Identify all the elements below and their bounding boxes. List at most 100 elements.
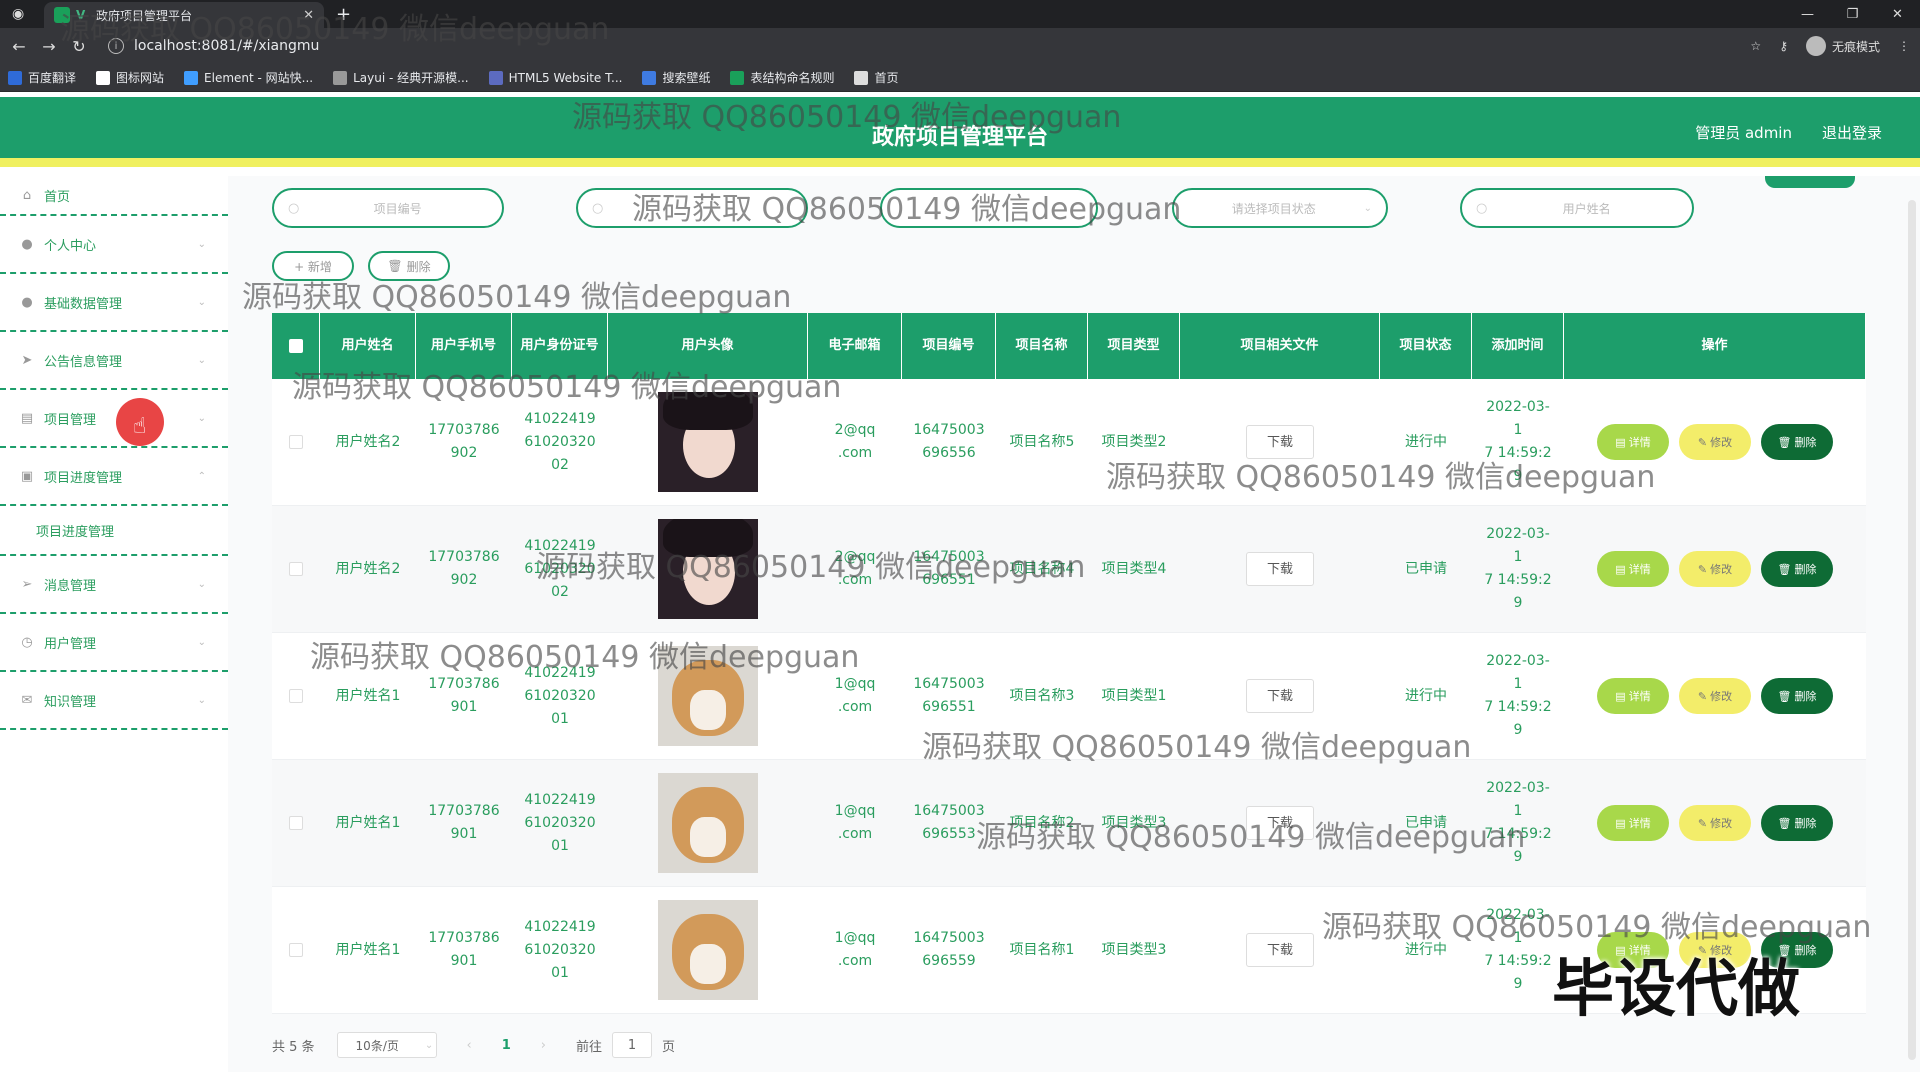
cell-email: 1@qq .com bbox=[834, 676, 876, 715]
minimize-icon[interactable]: — bbox=[1785, 0, 1830, 28]
cell-project-name: 项目名称2 bbox=[1009, 814, 1075, 831]
info-icon[interactable]: i bbox=[108, 38, 124, 54]
bookmark-item[interactable]: HTML5 Website T... bbox=[488, 70, 622, 85]
browser-tab[interactable]: V 政府项目管理平台 ✕ bbox=[44, 2, 324, 28]
browser-menu-icon[interactable]: ◉ bbox=[12, 6, 24, 22]
bookmark-item[interactable]: 百度翻译 bbox=[8, 69, 76, 86]
user-name-search[interactable]: ○ 用户姓名 bbox=[1460, 188, 1694, 228]
edit-button[interactable]: ✎ 修改 bbox=[1679, 551, 1751, 587]
incognito-indicator[interactable]: 无痕模式 bbox=[1805, 36, 1880, 56]
page-scrollbar[interactable] bbox=[1908, 200, 1916, 1060]
batch-delete-button[interactable]: 🗑 删除 bbox=[368, 251, 450, 281]
search-field-3[interactable] bbox=[880, 188, 1098, 228]
download-button[interactable]: 下载 bbox=[1246, 806, 1314, 840]
row-checkbox[interactable] bbox=[289, 562, 303, 576]
sidebar-item[interactable]: ✉ 知识管理 ⌄ bbox=[0, 672, 228, 730]
add-button[interactable]: + 新增 bbox=[272, 251, 354, 281]
table-header: 用户姓名 用户手机号 用户身份证号 用户头像 电子邮箱 项目编号 项目名称 项目类型 项目相关文… bbox=[272, 313, 1866, 379]
new-tab-icon[interactable]: + bbox=[336, 4, 351, 25]
document-icon: ▤ bbox=[1615, 816, 1626, 830]
status-select[interactable]: 请选择项目状态 ⌄ bbox=[1172, 188, 1388, 228]
window-close-icon[interactable]: ✕ bbox=[1875, 0, 1920, 28]
cell-project-name: 项目名称4 bbox=[1009, 560, 1075, 577]
detail-button[interactable]: ▤ 详情 bbox=[1597, 805, 1669, 841]
cell-name: 用户姓名2 bbox=[335, 433, 401, 450]
download-button[interactable]: 下载 bbox=[1246, 933, 1314, 967]
sidebar-item[interactable]: ➤ 公告信息管理 ⌄ bbox=[0, 332, 228, 390]
download-button[interactable]: 下载 bbox=[1246, 552, 1314, 586]
button-label: 删除 bbox=[1794, 689, 1817, 703]
bookmark-label: 表结构命名规则 bbox=[750, 71, 835, 85]
row-checkbox[interactable] bbox=[289, 816, 303, 830]
tab-close-icon[interactable]: ✕ bbox=[303, 8, 314, 23]
sidebar-item[interactable]: ● 基础数据管理 ⌄ bbox=[0, 274, 228, 332]
reload-icon[interactable]: ↻ bbox=[64, 37, 94, 56]
cell-project-type: 项目类型3 bbox=[1101, 814, 1167, 831]
row-checkbox[interactable] bbox=[289, 943, 303, 957]
page-number[interactable]: 1 bbox=[502, 1038, 511, 1053]
cell-phone: 17703786 902 bbox=[428, 422, 500, 461]
edit-button[interactable]: ✎ 修改 bbox=[1679, 678, 1751, 714]
download-button[interactable]: 下载 bbox=[1246, 679, 1314, 713]
forward-icon[interactable]: → bbox=[34, 37, 64, 56]
sidebar-item-label: 个人中心 bbox=[44, 238, 97, 254]
sidebar-item[interactable]: ➢ 消息管理 ⌄ bbox=[0, 556, 228, 614]
delete-button[interactable]: 🗑 删除 bbox=[1761, 805, 1833, 841]
sidebar-subitem[interactable]: 项目进度管理 bbox=[0, 506, 228, 556]
row-checkbox[interactable] bbox=[289, 435, 303, 449]
top-action-tab[interactable] bbox=[1765, 176, 1855, 188]
sidebar-item[interactable]: ⌂ 首页 bbox=[0, 176, 228, 216]
cell-time: 2022-03-1 7 14:59:2 9 bbox=[1484, 907, 1552, 992]
url-field[interactable]: i localhost:8081/#/xiangmu bbox=[108, 32, 1708, 60]
select-all-checkbox[interactable] bbox=[288, 339, 303, 353]
more-icon[interactable]: ⋮ bbox=[1898, 39, 1910, 53]
avatar bbox=[658, 519, 758, 619]
sidebar-item[interactable]: ▤ 项目管理 ⌄ bbox=[0, 390, 228, 448]
add-label: + 新增 bbox=[294, 259, 332, 274]
restore-icon[interactable]: ❐ bbox=[1830, 0, 1875, 28]
cell-time: 2022-03-1 7 14:59:2 9 bbox=[1484, 780, 1552, 865]
edit-button[interactable]: ✎ 修改 bbox=[1679, 805, 1751, 841]
sidebar-item[interactable]: ● 个人中心 ⌄ bbox=[0, 216, 228, 274]
download-button[interactable]: 下载 bbox=[1246, 425, 1314, 459]
bookmark-item[interactable]: 图标网站 bbox=[96, 69, 164, 86]
delete-button[interactable]: 🗑 删除 bbox=[1761, 678, 1833, 714]
project-no-search[interactable]: ○ 项目编号 bbox=[272, 188, 504, 228]
detail-button[interactable]: ▤ 详情 bbox=[1597, 678, 1669, 714]
bookmark-item[interactable]: 搜索壁纸 bbox=[642, 69, 710, 86]
goto-input[interactable]: 1 bbox=[612, 1032, 653, 1058]
chevron-down-icon: ⌄ bbox=[197, 296, 206, 308]
browser-titlebar: ◉ V 政府项目管理平台 ✕ + — ❐ ✕ bbox=[0, 0, 1920, 28]
prev-page-icon[interactable]: ‹ bbox=[467, 1038, 472, 1053]
bookmark-item[interactable]: Layui - 经典开源模... bbox=[333, 69, 469, 86]
button-label: 删除 bbox=[1794, 816, 1817, 830]
sidebar-item-label: 用户管理 bbox=[44, 636, 97, 652]
app-title: 政府项目管理平台 bbox=[871, 125, 1048, 150]
cell-email: 1@qq .com bbox=[834, 803, 876, 842]
bookmark-item[interactable]: Element - 网站快... bbox=[184, 69, 313, 86]
key-icon[interactable]: ⚷ bbox=[1779, 39, 1788, 53]
edit-button[interactable]: ✎ 修改 bbox=[1679, 424, 1751, 460]
next-page-icon[interactable]: › bbox=[541, 1038, 546, 1053]
row-checkbox[interactable] bbox=[289, 689, 303, 703]
bookmark-label: Element - 网站快... bbox=[204, 71, 314, 85]
back-icon[interactable]: ← bbox=[4, 37, 34, 56]
bookmark-item[interactable]: 表结构命名规则 bbox=[730, 69, 834, 86]
sidebar-item[interactable]: ▣ 项目进度管理 ⌃ bbox=[0, 448, 228, 506]
logout-link[interactable]: 退出登录 bbox=[1822, 122, 1882, 143]
chevron-down-icon: ⌄ bbox=[197, 238, 206, 250]
bookmark-label: 首页 bbox=[874, 71, 899, 85]
avatar-cell bbox=[608, 506, 808, 632]
operations-cell: ▤ 详情 ✎ 修改 🗑 删除 bbox=[1564, 633, 1866, 759]
delete-button[interactable]: 🗑 删除 bbox=[1761, 424, 1833, 460]
search-field-2[interactable]: ○ bbox=[576, 188, 808, 228]
detail-button[interactable]: ▤ 详情 bbox=[1597, 551, 1669, 587]
bookmark-label: 百度翻译 bbox=[28, 71, 77, 85]
sidebar-item[interactable]: ◷ 用户管理 ⌄ bbox=[0, 614, 228, 672]
detail-button[interactable]: ▤ 详情 bbox=[1597, 424, 1669, 460]
delete-button[interactable]: 🗑 删除 bbox=[1761, 551, 1833, 587]
project-table: 用户姓名 用户手机号 用户身份证号 用户头像 电子邮箱 项目编号 项目名称 项目类型 项目相关文… bbox=[272, 313, 1866, 1014]
page-size-select[interactable]: 10条/页 ⌄ bbox=[336, 1032, 437, 1058]
star-icon[interactable]: ☆ bbox=[1750, 39, 1761, 53]
bookmark-item[interactable]: 首页 bbox=[854, 69, 899, 86]
